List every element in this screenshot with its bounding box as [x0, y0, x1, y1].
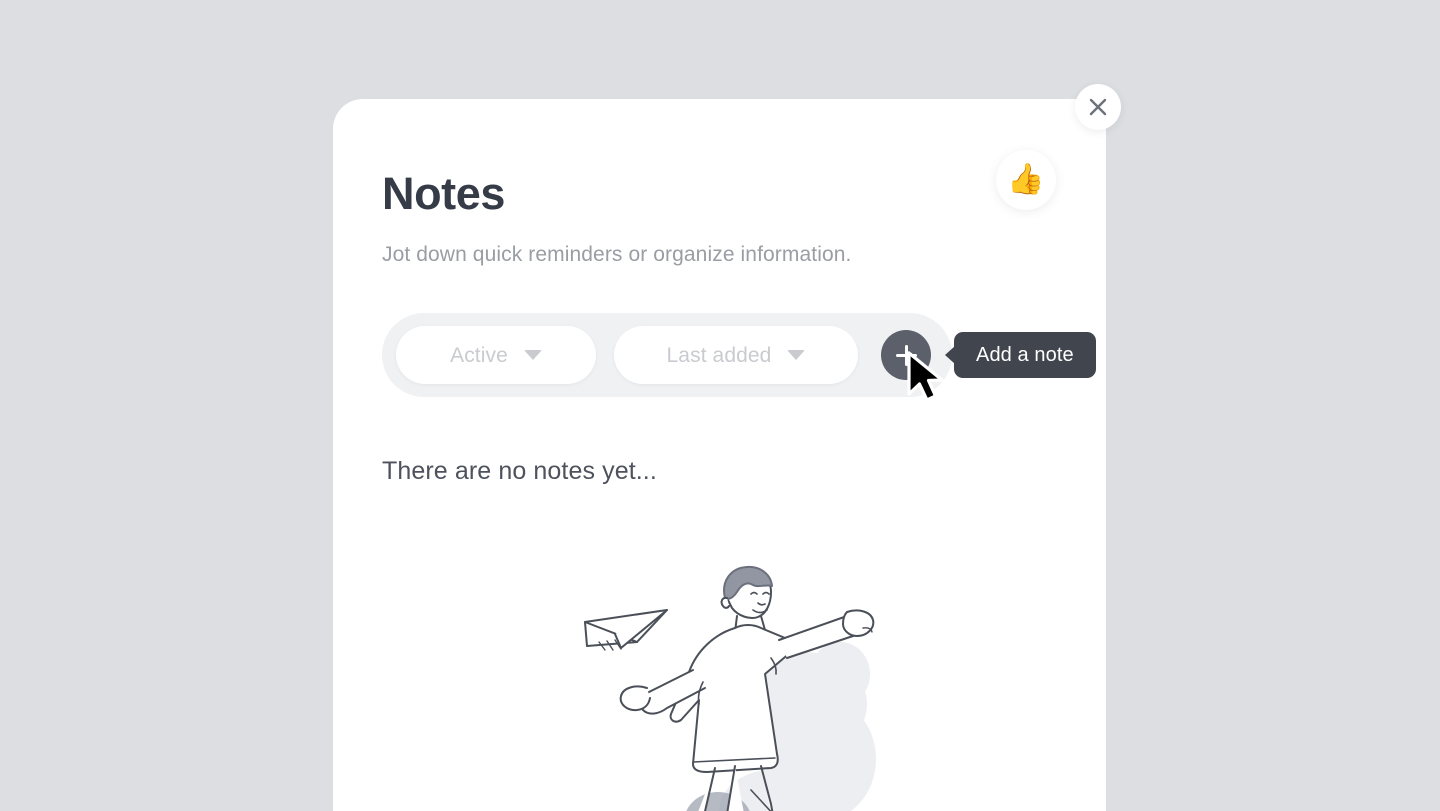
page-subtitle: Jot down quick reminders or organize inf… — [382, 243, 852, 266]
plus-icon-vertical — [904, 344, 908, 366]
chevron-down-icon — [523, 350, 542, 360]
status-filter-label: Active — [450, 343, 508, 367]
close-modal-button[interactable] — [1075, 84, 1121, 130]
page-title: Notes — [382, 168, 506, 219]
chevron-down-icon — [787, 350, 806, 360]
add-note-button[interactable] — [881, 330, 931, 380]
tooltip-arrow — [945, 346, 955, 364]
filter-toolbar: Active Last added — [382, 313, 952, 397]
thumbs-up-icon: 👍 — [1007, 163, 1045, 196]
sort-filter-label: Last added — [666, 343, 772, 367]
modal-content: Notes Jot down quick reminders or organi… — [382, 99, 1106, 811]
thumbs-up-reaction-badge[interactable]: 👍 — [996, 150, 1056, 210]
tooltip-label: Add a note — [976, 343, 1074, 366]
person-throwing-paper-plane-illustration — [575, 554, 945, 811]
empty-state-message: There are no notes yet... — [382, 457, 657, 485]
status-filter-dropdown[interactable]: Active — [396, 326, 596, 384]
close-x-icon — [1089, 98, 1107, 116]
add-note-tooltip: Add a note — [945, 332, 1096, 378]
notes-modal-card: Notes Jot down quick reminders or organi… — [333, 99, 1106, 811]
sort-filter-dropdown[interactable]: Last added — [614, 326, 858, 384]
